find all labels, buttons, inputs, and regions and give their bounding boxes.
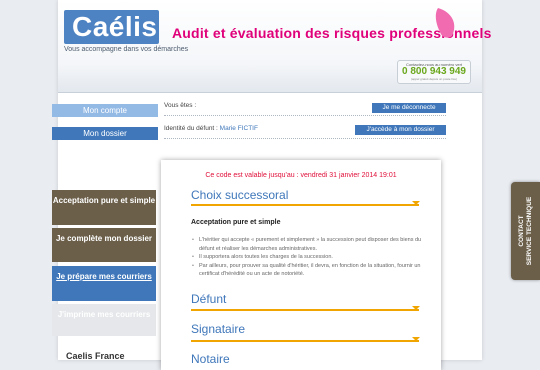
contact-tab-line2: SERVICE TECHNIQUE	[525, 196, 533, 266]
divider	[164, 138, 446, 139]
section-defunt[interactable]: Défunt	[191, 292, 417, 306]
you-are-row: Vous êtes :	[164, 102, 196, 109]
contact-support-tab[interactable]: CONTACT SERVICE TECHNIQUE	[511, 182, 540, 280]
tagline: Vous accompagne dans vos démarches	[64, 46, 189, 53]
logout-button[interactable]: Je me déconnecte	[372, 103, 446, 113]
header: Caélis Vous accompagne dans vos démarche…	[58, 0, 491, 93]
logo[interactable]: Caélis	[64, 10, 159, 44]
section-signataire[interactable]: Signataire	[191, 322, 417, 336]
you-are-label: Vous êtes :	[164, 102, 197, 109]
validity-notice: Ce code est valable jusqu'au : vendredi …	[205, 172, 397, 179]
contact-number: 0 800 943 949	[402, 66, 466, 77]
contact-support-label: CONTACT SERVICE TECHNIQUE	[518, 197, 534, 266]
bullet-list: L'héritier qui accepte « purement et sim…	[191, 236, 427, 279]
section-choix-successoral[interactable]: Choix successoral	[191, 188, 417, 202]
my-dossier-button[interactable]: Mon dossier	[52, 127, 158, 140]
deceased-row: Identité du défunt : Marie FICTIF	[164, 125, 258, 132]
list-item: L'héritier qui accepte « purement et sim…	[191, 236, 427, 253]
list-item: Par ailleurs, pour prouver sa qualité d'…	[191, 262, 427, 279]
section-notaire[interactable]: Notaire	[191, 352, 417, 366]
content-card: Ce code est valable jusqu'au : vendredi …	[161, 160, 441, 370]
step-print-letters[interactable]: J'imprime mes courriers	[52, 304, 156, 336]
contact-price: (appel gratuit depuis un poste fixe)	[410, 77, 458, 81]
access-dossier-button[interactable]: J'accède à mon dossier	[355, 125, 446, 135]
my-account-button[interactable]: Mon compte	[52, 104, 158, 117]
step-acceptation[interactable]: Acceptation pure et simple	[52, 190, 156, 225]
contact-box[interactable]: Contactez-nous au numéro vert 0 800 943 …	[397, 60, 471, 84]
section-underline	[191, 337, 420, 342]
deceased-label: Identité du défunt :	[164, 125, 218, 132]
contact-tab-line1: CONTACT	[517, 215, 525, 247]
step-prepare-letters[interactable]: Je prépare mes courriers	[52, 266, 156, 301]
section-underline	[191, 306, 420, 311]
step-complete-dossier[interactable]: Je complète mon dossier	[52, 228, 156, 262]
page: Caélis Vous accompagne dans vos démarche…	[52, 0, 491, 370]
deceased-value: Marie FICTIF	[219, 125, 258, 132]
subheading: Acceptation pure et simple	[191, 219, 281, 226]
list-item: Il supportera alors toutes les charges d…	[191, 253, 427, 262]
section-underline	[191, 201, 420, 206]
petal-logo-icon	[435, 8, 455, 38]
divider	[164, 115, 446, 116]
